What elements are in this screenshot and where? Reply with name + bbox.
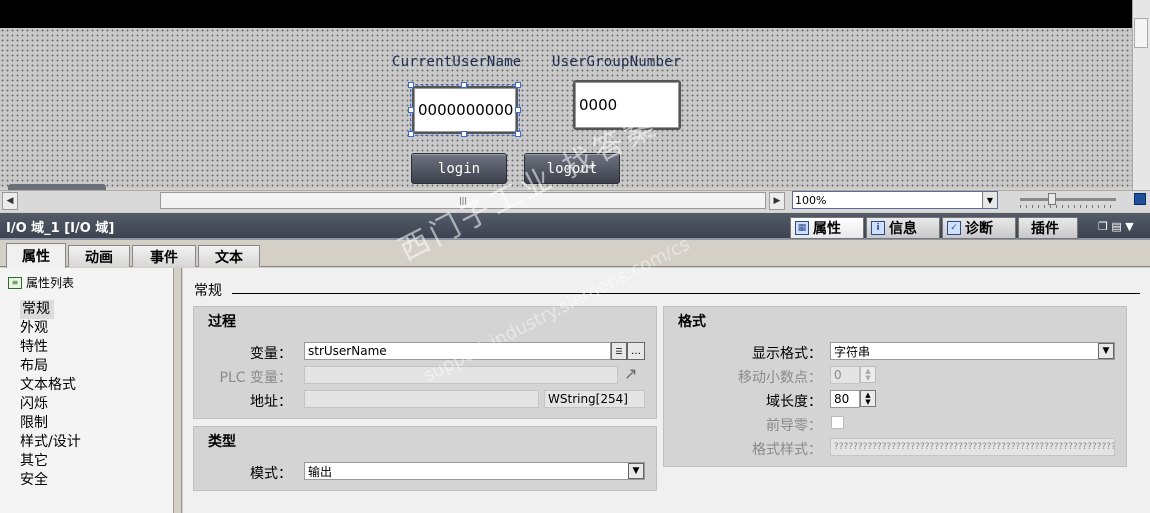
plc-variable-label: PLC 变量： <box>219 370 292 386</box>
selection-handle[interactable] <box>515 131 521 137</box>
selection-handle[interactable] <box>461 82 467 88</box>
property-item-general[interactable]: 常规 <box>20 300 54 319</box>
label-user-group-number: UserGroupNumber <box>552 54 682 70</box>
properties-icon: ▦ <box>795 221 809 235</box>
tab-info[interactable]: i 信息 <box>866 217 940 239</box>
tab-label: 信息 <box>889 221 917 237</box>
field-length-field[interactable]: 80 <box>830 390 860 408</box>
vertical-scroll-thumb[interactable] <box>1134 18 1148 48</box>
leading-zero-checkbox[interactable] <box>831 416 844 429</box>
spinner-icon: ▲ ▼ <box>860 366 876 383</box>
tab-label: 诊断 <box>965 221 993 237</box>
chevron-down-icon[interactable]: ▼ <box>982 192 997 208</box>
property-item-appearance[interactable]: 外观 <box>18 319 174 338</box>
mode-select[interactable]: 输出 <box>304 462 645 480</box>
property-item-flashing[interactable]: 闪烁 <box>18 395 174 414</box>
diagnostics-icon: ✓ <box>947 221 961 235</box>
tag-list-icon[interactable]: ☰ <box>611 342 627 360</box>
move-decimal-label: 移动小数点： <box>738 370 822 386</box>
section-title: 常规 <box>194 283 222 299</box>
property-item-styles-design[interactable]: 样式/设计 <box>18 433 174 452</box>
subtab-texts[interactable]: 文本 <box>198 245 260 267</box>
scroll-left-icon[interactable]: ◀ <box>2 192 18 210</box>
type-group-title: 类型 <box>208 434 236 450</box>
format-pattern-field: ????????????????????????????????????????… <box>830 438 1115 456</box>
leading-zero-label: 前导零： <box>766 418 822 434</box>
property-list-title: 属性列表 <box>26 276 75 290</box>
selection-handle[interactable] <box>408 131 414 137</box>
chevron-down-icon[interactable]: ▼ <box>1125 220 1133 233</box>
zoom-select[interactable]: 100% <box>792 191 998 209</box>
editor-top-bar <box>0 0 1132 28</box>
format-pattern-label: 格式样式： <box>752 442 822 458</box>
property-item-security[interactable]: 安全 <box>18 471 174 490</box>
restore-icon[interactable]: ❐ <box>1098 220 1108 233</box>
window-controls[interactable]: ❐ ▤ ▼ <box>1098 220 1134 233</box>
selection-handle[interactable] <box>461 131 467 137</box>
display-format-label: 显示格式： <box>752 346 822 362</box>
spinner-icon[interactable]: ▲ ▼ <box>860 390 876 407</box>
property-item-text-format[interactable]: 文本格式 <box>18 376 174 395</box>
list-icon: ≡ <box>8 276 22 289</box>
address-type-field: WString[254] <box>544 390 645 408</box>
tab-plugins[interactable]: 插件 <box>1018 217 1078 239</box>
more-icon[interactable]: … <box>627 342 645 360</box>
chevron-down-icon[interactable]: ▼ <box>628 463 644 479</box>
selection-handle[interactable] <box>408 82 414 88</box>
section-divider <box>232 293 1140 294</box>
property-item-miscellaneous[interactable]: 其它 <box>18 452 174 471</box>
scroll-right-icon[interactable]: ▶ <box>769 192 785 210</box>
process-group-title: 过程 <box>208 314 236 330</box>
mode-label: 模式： <box>250 466 292 482</box>
label-current-user-name: CurrentUserName <box>392 54 522 70</box>
subtab-events[interactable]: 事件 <box>132 245 196 267</box>
selection-frame <box>410 84 520 136</box>
property-item-layout[interactable]: 布局 <box>18 357 174 376</box>
address-label: 地址： <box>250 394 292 410</box>
layout-icon[interactable]: ▤ <box>1111 220 1121 233</box>
selection-handle[interactable] <box>408 107 414 113</box>
panel-splitter[interactable] <box>174 268 182 513</box>
tab-properties[interactable]: ▦ 属性 <box>790 217 864 239</box>
move-decimal-field: 0 <box>830 366 860 384</box>
subtab-properties[interactable]: 属性 <box>6 243 66 268</box>
tab-label: 属性 <box>813 221 841 237</box>
property-list-header: ≡ 属性列表 <box>8 274 74 291</box>
chevron-down-icon[interactable]: ▼ <box>1098 343 1114 359</box>
info-icon: i <box>871 221 885 235</box>
property-item-limits[interactable]: 限制 <box>18 414 174 433</box>
zoom-slider-track[interactable] <box>1020 198 1116 201</box>
selection-handle[interactable] <box>515 82 521 88</box>
display-format-select[interactable]: 字符串 <box>830 342 1115 360</box>
navigation-icon[interactable] <box>1134 193 1146 205</box>
format-group-title: 格式 <box>678 314 706 330</box>
tab-label: 插件 <box>1031 221 1059 237</box>
subtab-animation[interactable]: 动画 <box>68 245 130 267</box>
variable-label: 变量： <box>250 346 292 362</box>
field-length-label: 域长度： <box>766 394 822 410</box>
zoom-slider-ticks <box>1020 205 1116 208</box>
inspector-title: I/O 域_1 [I/O 域] <box>6 221 115 236</box>
zoom-slider-handle[interactable] <box>1048 193 1056 205</box>
property-item-characteristics[interactable]: 特性 <box>18 338 174 357</box>
property-list: 常规 外观 特性 布局 文本格式 闪烁 限制 样式/设计 其它 安全 <box>18 300 174 490</box>
selection-handle[interactable] <box>515 107 521 113</box>
goto-arrow-icon[interactable]: ↗ <box>624 364 637 383</box>
address-field <box>304 390 539 408</box>
tab-diagnostics[interactable]: ✓ 诊断 <box>942 217 1016 239</box>
